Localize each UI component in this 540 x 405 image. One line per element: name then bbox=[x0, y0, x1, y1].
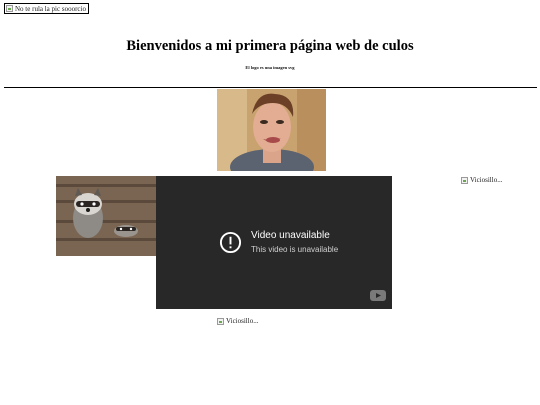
page-heading: Bienvenidos a mi primera página web de c… bbox=[126, 38, 414, 54]
video-unavailable-title: Video unavailable bbox=[251, 230, 330, 241]
broken-image-bottom: Viciosillo... bbox=[217, 317, 258, 325]
video-unavailable-message: This video is unavailable bbox=[251, 245, 339, 254]
youtube-logo-icon[interactable] bbox=[370, 290, 386, 301]
broken-image-right: Viciosillo... bbox=[461, 176, 502, 184]
alert-icon bbox=[219, 231, 242, 254]
horizontal-rule bbox=[4, 87, 537, 88]
man-photo bbox=[217, 89, 326, 171]
broken-image-alt-text: Viciosillo... bbox=[226, 317, 259, 325]
raccoon-photo bbox=[56, 176, 156, 256]
broken-image-icon bbox=[6, 5, 13, 12]
broken-image-alt-text: Viciosillo... bbox=[470, 176, 503, 184]
embedded-video-player[interactable]: Video unavailable This video is unavaila… bbox=[156, 176, 392, 309]
broken-image-icon bbox=[217, 317, 224, 325]
broken-image-icon bbox=[461, 176, 468, 184]
raccoon-photo-graphic bbox=[56, 176, 156, 256]
logo-note: El logo es una imagen svg bbox=[245, 65, 295, 70]
man-photo-graphic bbox=[217, 89, 326, 171]
broken-image-top: No te rula la pic sooorcio bbox=[4, 3, 89, 14]
broken-image-alt-text: No te rula la pic sooorcio bbox=[15, 4, 86, 13]
